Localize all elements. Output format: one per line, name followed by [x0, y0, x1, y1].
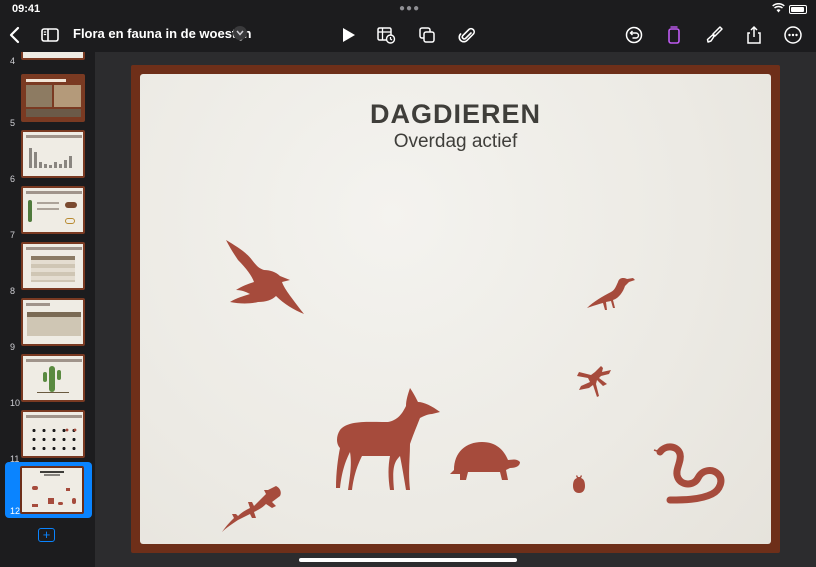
slide-preview — [20, 466, 84, 514]
play-icon — [343, 28, 355, 42]
status-bar: 09:41 ●●● — [0, 0, 816, 18]
sidebar-toggle-button[interactable] — [37, 22, 63, 48]
table-clock-icon — [377, 27, 396, 44]
add-slide-button[interactable]: + — [38, 528, 55, 542]
insert-shape-button[interactable] — [414, 22, 440, 48]
slide-preview — [21, 52, 85, 60]
slide-thumbnail-12[interactable]: 12 — [5, 462, 92, 518]
slide-preview — [21, 298, 85, 346]
slide-thumbnail-8[interactable]: 8 — [0, 242, 95, 298]
slide-thumbnail-9[interactable]: 9 — [0, 298, 95, 354]
animate-button[interactable] — [661, 22, 687, 48]
wifi-icon — [772, 2, 785, 16]
battery-icon — [789, 5, 807, 14]
slide-number: 12 — [10, 506, 21, 516]
play-button[interactable] — [335, 22, 361, 48]
slide-preview — [21, 74, 85, 122]
paintbrush-icon — [706, 26, 723, 43]
slide-number: 9 — [10, 342, 16, 352]
status-time: 09:41 — [12, 3, 41, 15]
slide-preview — [21, 410, 85, 458]
slide[interactable]: DAGDIEREN Overdag actief — [140, 74, 771, 544]
chevron-left-icon — [9, 26, 20, 44]
undo-button[interactable] — [621, 22, 647, 48]
slide-preview — [21, 242, 85, 290]
animate-layers-icon — [668, 26, 680, 44]
bird-icon[interactable] — [585, 274, 637, 312]
slide-thumbnail-7[interactable]: 7 — [0, 186, 95, 242]
format-button[interactable] — [701, 22, 727, 48]
slide-canvas: DAGDIEREN Overdag actief — [96, 52, 816, 567]
slide-thumbnail-11[interactable]: 11 — [0, 410, 95, 466]
shapes-icon — [419, 27, 435, 43]
slide-title[interactable]: DAGDIEREN — [140, 99, 771, 130]
deer-icon[interactable] — [328, 388, 444, 492]
title-menu-button[interactable] — [233, 26, 247, 40]
sidebar-icon — [41, 28, 59, 42]
ellipsis-circle-icon — [784, 26, 802, 44]
slide-number: 6 — [10, 174, 16, 184]
slide-preview — [21, 130, 85, 178]
chevron-down-icon — [236, 30, 244, 36]
slide-number: 8 — [10, 286, 16, 296]
slide-thumbnail-10[interactable]: 10 — [0, 354, 95, 410]
multitasking-dots-icon[interactable]: ●●● — [399, 3, 420, 14]
slide-preview — [21, 354, 85, 402]
insert-media-button[interactable] — [454, 22, 480, 48]
slide-number: 4 — [10, 56, 16, 66]
slide-navigator: 4 5 6 7 8 9 10 11 12 + — [0, 52, 96, 567]
slide-thumbnail-4[interactable]: 4 — [0, 52, 95, 68]
slide-number: 10 — [10, 398, 21, 408]
share-icon — [747, 25, 761, 44]
lizard-icon[interactable] — [220, 482, 284, 534]
hawk-icon[interactable] — [224, 238, 308, 318]
plus-icon: + — [42, 527, 51, 542]
paperclip-icon — [458, 27, 475, 43]
keynote-app: 09:41 ●●● Flora en fauna in de woestijn — [0, 0, 816, 567]
slide-number: 7 — [10, 230, 16, 240]
slide-thumbnail-5[interactable]: 5 — [0, 74, 95, 130]
slide-number: 5 — [10, 118, 16, 128]
beetle-icon[interactable] — [571, 474, 587, 494]
undo-icon — [625, 26, 643, 44]
more-button[interactable] — [780, 22, 806, 48]
slide-subtitle[interactable]: Overdag actief — [140, 131, 771, 153]
tortoise-icon[interactable] — [446, 438, 522, 484]
toolbar: Flora en fauna in de woestijn — [0, 18, 816, 52]
share-button[interactable] — [741, 22, 767, 48]
document-title[interactable]: Flora en fauna in de woestijn — [73, 26, 251, 41]
slide-frame: DAGDIEREN Overdag actief — [131, 65, 780, 553]
back-button[interactable] — [2, 22, 28, 48]
slide-thumbnail-6[interactable]: 6 — [0, 130, 95, 186]
snake-icon[interactable] — [652, 440, 730, 508]
home-indicator[interactable] — [299, 558, 517, 562]
dragonfly-icon[interactable] — [575, 362, 613, 398]
insert-table-chart-button[interactable] — [373, 22, 399, 48]
slide-preview — [21, 186, 85, 234]
